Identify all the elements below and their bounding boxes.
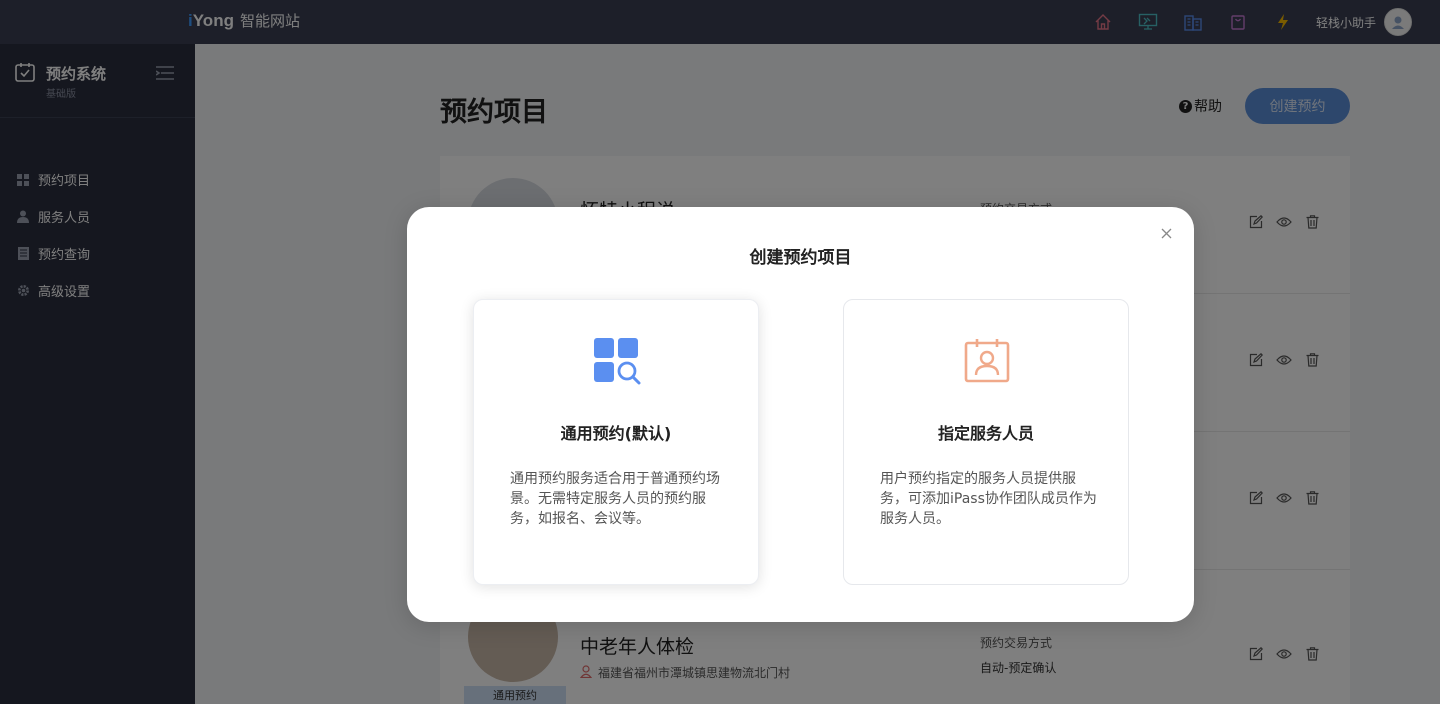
card-description: 通用预约服务适合用于普通预约场景。无需特定服务人员的预约服务，如报名、会议等。 [510, 471, 720, 527]
card-title: 通用预约(默认) [560, 424, 672, 443]
card-title: 指定服务人员 [937, 424, 1034, 443]
general-appointment-card[interactable]: 通用预约(默认) 通用预约服务适合用于普通预约场景。无需特定服务人员的预约服务，… [473, 299, 759, 585]
create-project-modal: 创建预约项目 通用预约(默认) 通用预约服务适合用于普通预约场景。无需特定服务人… [407, 207, 1194, 622]
modal-title: 创建预约项目 [749, 248, 852, 268]
close-icon[interactable] [1158, 225, 1174, 241]
grid-search-icon [591, 335, 643, 387]
designated-staff-card[interactable]: 指定服务人员 用户预约指定的服务人员提供服务，可添加iPass协作团队成员作为服… [843, 299, 1129, 585]
calendar-person-icon [961, 335, 1013, 387]
card-description: 用户预约指定的服务人员提供服务，可添加iPass协作团队成员作为服务人员。 [880, 471, 1097, 527]
